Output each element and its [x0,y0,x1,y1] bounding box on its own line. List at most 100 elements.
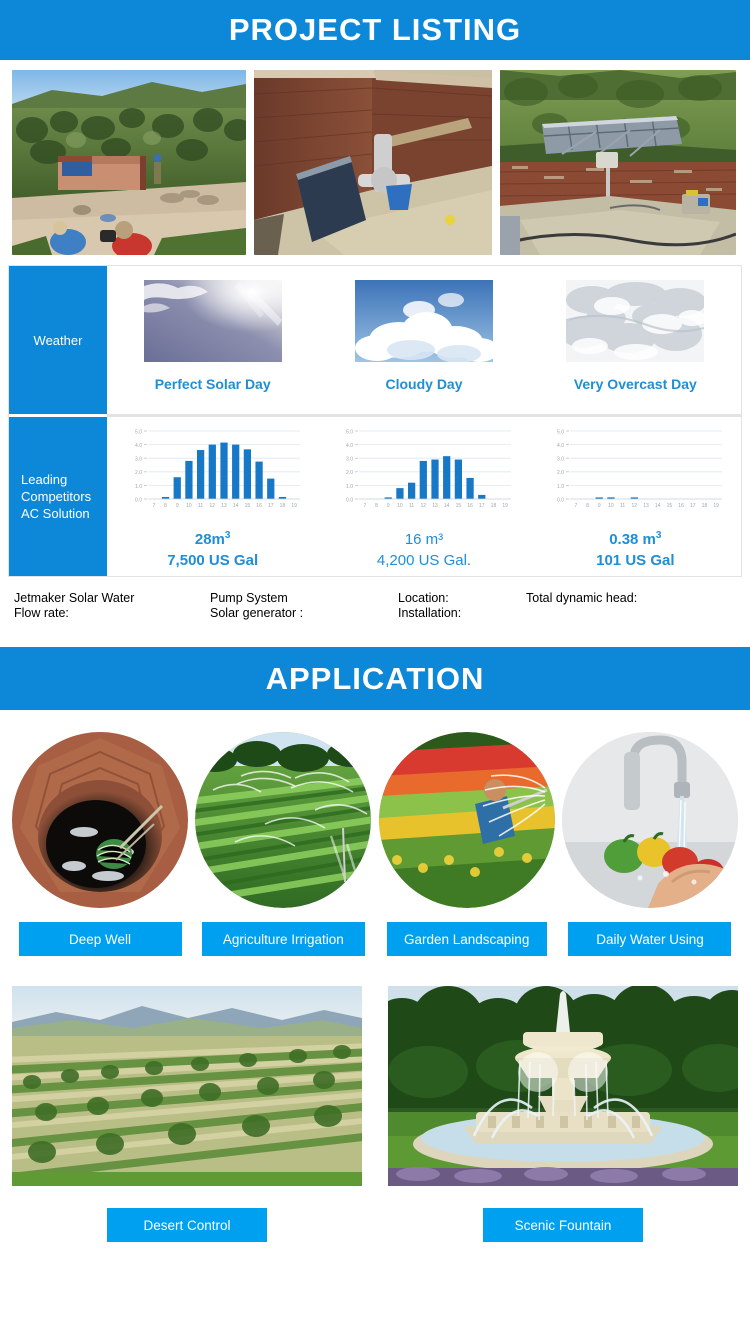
chart-total-gal-3: 101 US Gal [596,552,675,569]
weather-cell-3: Very Overcast Day [530,266,741,414]
svg-text:12: 12 [421,503,427,509]
chart-cloudy-day: 0.0 1.0 2.0 3.0 4.0 5.0 7 8 9 10 11 12 13 14 15 16 17 18 1… [329,425,519,522]
svg-text:17: 17 [690,503,696,509]
svg-text:1.0: 1.0 [557,484,564,490]
solar-pump-house-construction-image [12,70,246,255]
svg-text:15: 15 [667,503,673,509]
svg-text:4.0: 4.0 [135,443,142,449]
svg-text:7: 7 [363,503,366,509]
row-label-competitors-line1: Leading [21,472,68,487]
svg-text:14: 14 [233,503,239,509]
svg-text:13: 13 [221,503,227,509]
svg-text:17: 17 [479,503,485,509]
weather-cell-1: Perfect Solar Day [107,266,318,414]
spec-line: Jetmaker Solar Water Flow rate: Pump Sys… [0,577,750,621]
row-label-competitors-line2: Competitors [21,489,92,504]
svg-text:10: 10 [608,503,614,509]
table-row-competitors: Leading Competitors AC Solution 0.0 1.0 2.… [9,417,741,576]
spec-item-solar-generator: Pump System Solar generator : [210,591,398,621]
project-photo-strip [0,60,750,255]
chart-perfect-solar-day: 0.0 1.0 2.0 3.0 4.0 5.0 7 8 9 10 11 12 13 14 15 16 17 18 1… [118,425,308,522]
chart-total-gal-1: 7,500 US Gal [167,552,259,569]
project-photo-3 [500,70,736,255]
spec-line1: Total dynamic head: [526,591,638,605]
svg-text:13: 13 [432,503,438,509]
application-item-desert-control[interactable]: Desert Control [12,986,362,1242]
application-label-garden-landscaping[interactable]: Garden Landscaping [386,922,547,956]
svg-text:8: 8 [375,503,378,509]
application-label-deep-well[interactable]: Deep Well [18,922,182,956]
project-listing-title: PROJECT LISTING [228,12,522,47]
application-item-garden-landscaping[interactable]: Garden Landscaping [378,732,555,956]
svg-text:14: 14 [655,503,661,509]
reservoir-tank-interior-image [254,70,492,255]
svg-text:9: 9 [387,503,390,509]
svg-text:5.0: 5.0 [557,429,564,435]
application-label-scenic-fountain[interactable]: Scenic Fountain [483,1208,643,1242]
svg-text:18: 18 [702,503,708,509]
svg-text:1.0: 1.0 [346,484,353,490]
svg-text:8: 8 [164,503,167,509]
svg-text:14: 14 [444,503,450,509]
spec-line2: Installation: [398,606,462,620]
svg-text:16: 16 [256,503,262,509]
weather-caption-3: Very Overcast Day [573,376,697,392]
project-listing-banner: PROJECT LISTING [0,0,750,60]
svg-text:0.0: 0.0 [135,497,142,503]
svg-text:4.0: 4.0 [557,443,564,449]
application-row-1: Deep Well Agriculture Irrigation Garden … [0,710,750,956]
svg-text:9: 9 [598,503,601,509]
svg-text:15: 15 [456,503,462,509]
svg-text:19: 19 [291,503,297,509]
deep-well-photo [12,732,188,908]
svg-text:10: 10 [397,503,403,509]
application-item-agriculture-irrigation[interactable]: Agriculture Irrigation [195,732,372,956]
application-label-daily-water-using[interactable]: Daily Water Using [568,922,732,956]
spec-line2: Solar generator : [210,606,304,620]
chart-total-m3-3: 0.38 m3 [609,530,662,548]
chart-total-m3-1: 28m3 [194,530,231,548]
svg-text:9: 9 [175,503,178,509]
row-label-weather: Weather [9,266,107,414]
svg-text:12: 12 [632,503,638,509]
application-item-scenic-fountain[interactable]: Scenic Fountain [388,986,738,1242]
chart-cell-2: 0.0 1.0 2.0 3.0 4.0 5.0 7 8 9 10 11 12 13 14 15 16 17 18 1… [318,417,529,576]
svg-text:8: 8 [586,503,589,509]
row-label-competitors-line3: AC Solution [21,506,90,521]
overcast-sky-photo [566,280,705,362]
svg-text:5.0: 5.0 [135,429,142,435]
svg-text:16: 16 [679,503,685,509]
svg-text:7: 7 [575,503,578,509]
svg-text:13: 13 [644,503,650,509]
garden-watering-photo [378,732,555,908]
desert-control-plantation-photo [12,986,362,1186]
svg-text:1.0: 1.0 [135,484,142,490]
application-label-agriculture-irrigation[interactable]: Agriculture Irrigation [201,922,365,956]
row-label-competitors: Leading Competitors AC Solution [9,417,107,576]
sunny-sky-photo [143,280,282,362]
application-item-daily-water-using[interactable]: Daily Water Using [561,732,738,956]
svg-text:10: 10 [186,503,192,509]
spec-item-flow-rate: Jetmaker Solar Water Flow rate: [14,591,210,621]
weather-caption-1: Perfect Solar Day [154,376,271,392]
cloudy-sky-photo [354,280,493,362]
svg-text:2.0: 2.0 [135,470,142,476]
chart-cell-3: 0.0 1.0 2.0 3.0 4.0 5.0 7 8 9 10 11 12 13 14 15 16 17 18 1… [530,417,741,576]
spec-line2: Flow rate: [14,606,69,620]
svg-text:3.0: 3.0 [557,457,564,463]
spec-line1: Jetmaker Solar Water [14,591,135,605]
svg-text:19: 19 [502,503,508,509]
weather-cell-2: Cloudy Day [318,266,529,414]
solar-panel-array-on-tank-image [500,70,736,255]
svg-text:18: 18 [491,503,497,509]
svg-text:12: 12 [209,503,215,509]
spec-item-location: Location: Installation: [398,591,526,621]
application-banner: APPLICATION [0,647,750,710]
weather-comparison-table: Weather Perfect Solar Day Cloudy Day Ver… [8,265,742,577]
application-label-desert-control[interactable]: Desert Control [107,1208,267,1242]
svg-text:16: 16 [467,503,473,509]
spec-item-total-dynamic-head: Total dynamic head: [526,591,637,621]
application-item-deep-well[interactable]: Deep Well [12,732,188,956]
project-photo-2 [254,70,492,255]
svg-text:2.0: 2.0 [557,470,564,476]
